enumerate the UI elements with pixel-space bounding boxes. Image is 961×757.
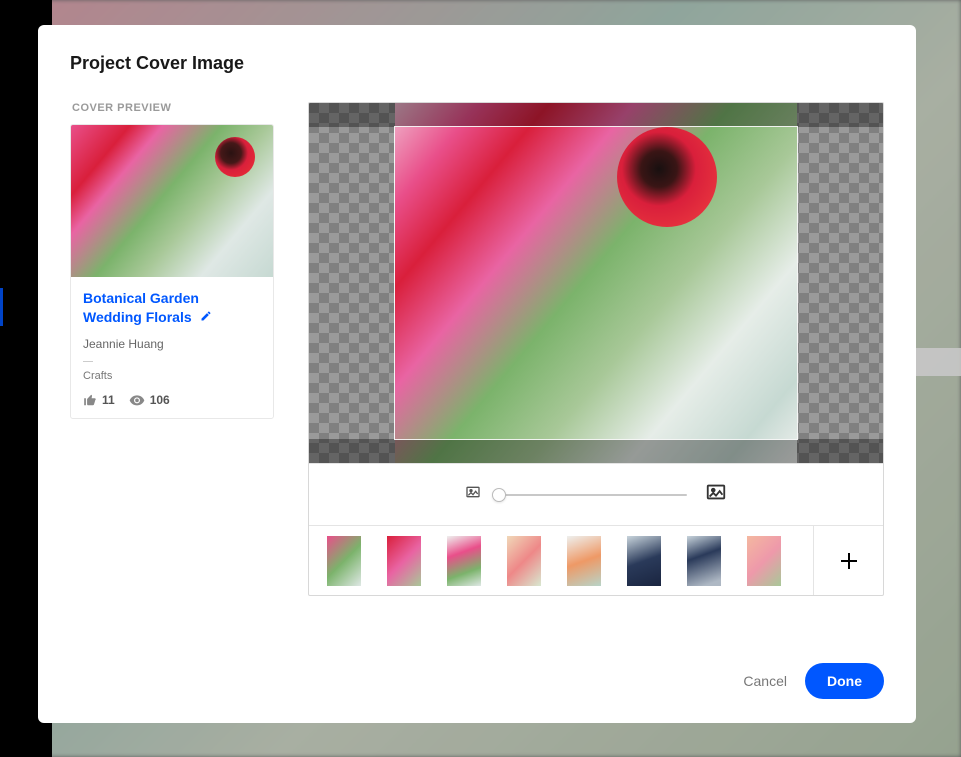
modal-title: Project Cover Image bbox=[70, 53, 884, 74]
preview-card-title-row: Botanical Garden Wedding Florals bbox=[83, 289, 261, 327]
preview-card: Botanical Garden Wedding Florals Jeannie… bbox=[70, 124, 274, 419]
preview-card-stats: 11 106 bbox=[83, 392, 261, 408]
thumbnail-item[interactable] bbox=[387, 536, 421, 586]
preview-card-thumbnail bbox=[71, 125, 273, 277]
thumbnail-list bbox=[309, 526, 813, 595]
eye-icon bbox=[129, 392, 145, 408]
preview-card-author: Jeannie Huang bbox=[83, 337, 261, 351]
thumbnail-item[interactable] bbox=[687, 536, 721, 586]
thumbnail-item[interactable] bbox=[447, 536, 481, 586]
cover-image-modal: Project Cover Image COVER PREVIEW Botani… bbox=[38, 25, 916, 723]
crop-canvas[interactable] bbox=[309, 103, 883, 463]
add-image-button[interactable] bbox=[813, 526, 883, 595]
views-stat: 106 bbox=[129, 392, 170, 408]
views-count: 106 bbox=[150, 393, 170, 407]
thumbnail-strip bbox=[309, 525, 883, 595]
thumbnail-item[interactable] bbox=[507, 536, 541, 586]
likes-stat: 11 bbox=[83, 393, 115, 407]
cancel-button[interactable]: Cancel bbox=[743, 673, 787, 689]
zoom-slider-knob[interactable] bbox=[492, 488, 506, 502]
zoom-controls bbox=[309, 463, 883, 525]
thumbnail-item[interactable] bbox=[567, 536, 601, 586]
zoom-slider[interactable] bbox=[499, 494, 687, 496]
preview-card-body: Botanical Garden Wedding Florals Jeannie… bbox=[71, 277, 273, 418]
preview-column: COVER PREVIEW Botanical Garden Wedding F… bbox=[70, 102, 274, 641]
done-button[interactable]: Done bbox=[805, 663, 884, 699]
likes-count: 11 bbox=[102, 393, 115, 407]
preview-label: COVER PREVIEW bbox=[72, 102, 274, 114]
edit-title-icon[interactable] bbox=[200, 310, 212, 325]
editor-column bbox=[308, 102, 884, 641]
preview-card-title[interactable]: Botanical Garden Wedding Florals bbox=[83, 290, 199, 325]
crop-image[interactable] bbox=[395, 103, 797, 463]
card-divider bbox=[83, 361, 93, 362]
preview-card-category: Crafts bbox=[83, 370, 261, 382]
zoom-in-icon bbox=[705, 481, 727, 508]
thumbnail-item[interactable] bbox=[327, 536, 361, 586]
thumbs-up-icon bbox=[83, 393, 97, 407]
zoom-out-icon bbox=[465, 484, 481, 505]
modal-body: COVER PREVIEW Botanical Garden Wedding F… bbox=[70, 102, 884, 641]
editor-frame bbox=[308, 102, 884, 596]
modal-footer: Cancel Done bbox=[70, 641, 884, 699]
thumbnail-item[interactable] bbox=[627, 536, 661, 586]
thumbnail-item[interactable] bbox=[747, 536, 781, 586]
